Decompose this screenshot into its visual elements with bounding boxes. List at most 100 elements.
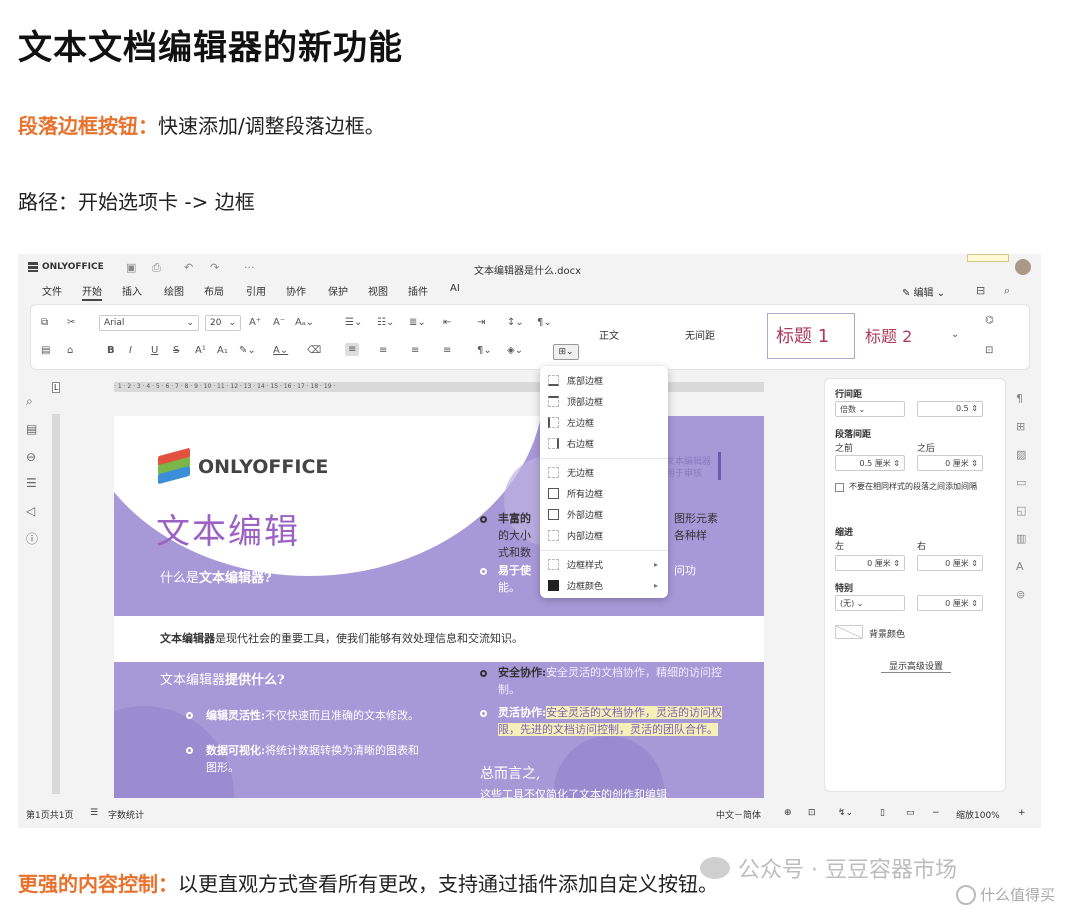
advanced-settings-link[interactable]: 显示高级设置 [881, 659, 951, 673]
justify-icon[interactable]: ≡ [443, 345, 451, 356]
multilevel-list-icon[interactable]: ≣⌄ [409, 317, 426, 328]
subscript-icon[interactable]: A₁ [217, 345, 228, 356]
tab-view[interactable]: 视图 [368, 283, 388, 298]
menu-item-no-border[interactable]: 无边框 [548, 466, 594, 479]
increase-indent-icon[interactable]: ⇥ [477, 317, 485, 328]
menu-item-border-style[interactable]: 边框样式 [548, 558, 603, 571]
strikethrough-icon[interactable]: S [173, 345, 179, 356]
font-color-icon[interactable]: A⌄ [273, 345, 288, 356]
special-indent-input[interactable]: 0 厘米 ⇕ [917, 595, 983, 611]
clear-format-icon[interactable]: ⌫ [307, 345, 321, 356]
spacing-before-input[interactable]: 0.5 厘米 ⇕ [835, 455, 905, 471]
textart-settings-icon[interactable]: A [1016, 560, 1024, 573]
edit-mode-button[interactable]: ✎ 编辑 ⌄ [902, 284, 945, 299]
chart-settings-icon[interactable]: ▥ [1016, 532, 1026, 545]
paragraph-settings-icon[interactable]: ¶ [1016, 392, 1023, 405]
line-spacing-value-input[interactable]: 0.5 ⇕ [917, 401, 983, 417]
tab-stop-icon[interactable]: L [52, 382, 61, 393]
info-icon[interactable]: ⓘ [26, 530, 38, 547]
track-changes-icon[interactable]: ↯⌄ [838, 808, 853, 818]
tab-home[interactable]: 开始 [82, 283, 102, 301]
shading-icon[interactable]: ◈⌄ [507, 345, 523, 356]
header-footer-icon[interactable]: ▭ [1016, 476, 1026, 489]
nonprinting-icon[interactable]: ¶⌄ [477, 345, 492, 356]
signature-settings-icon[interactable]: ⊜ [1016, 588, 1025, 601]
chat-icon[interactable]: ⊖ [26, 450, 36, 464]
underline-icon[interactable]: U [151, 345, 158, 356]
menu-item-outside-borders[interactable]: 外部边框 [548, 508, 603, 521]
italic-icon[interactable]: I [129, 345, 132, 356]
print-icon[interactable]: ⎙ [152, 261, 161, 275]
menu-item-top-border[interactable]: 顶部边框 [548, 395, 603, 408]
menu-item-inside-borders[interactable]: 内部边框 [548, 529, 603, 542]
copy-style-icon[interactable]: ⌬ [985, 315, 994, 326]
align-left-icon[interactable]: ≡ [345, 343, 360, 356]
font-size-select[interactable]: 20 ⌄ [205, 315, 241, 331]
numbering-icon[interactable]: ☷⌄ [377, 317, 394, 328]
tab-ai[interactable]: AI [450, 283, 460, 294]
styles-expand-icon[interactable]: ⌄ [951, 329, 959, 340]
line-spacing-icon[interactable]: ↕⌄ [507, 317, 524, 328]
align-center-icon[interactable]: ≡ [379, 345, 387, 356]
highlight-icon[interactable]: ✎⌄ [239, 345, 256, 356]
tab-file[interactable]: 文件 [42, 283, 62, 298]
table-settings-icon[interactable]: ⊞ [1016, 420, 1025, 433]
undo-icon[interactable]: ↶ [184, 261, 193, 274]
special-indent-select[interactable]: (无) ⌄ [835, 595, 905, 611]
tab-collaborate[interactable]: 协作 [286, 283, 306, 298]
bullets-icon[interactable]: ☰⌄ [345, 317, 362, 328]
style-no-spacing[interactable]: 无间距 [677, 313, 767, 359]
paragraph-borders-button[interactable]: ⊞⌄ [553, 344, 579, 360]
paste-icon[interactable]: ▤ [41, 345, 50, 356]
background-color-swatch[interactable] [835, 625, 863, 639]
font-name-select[interactable]: Arial ⌄ [99, 315, 199, 331]
align-right-icon[interactable]: ≡ [411, 345, 419, 356]
superscript-icon[interactable]: A¹ [195, 345, 206, 356]
doc-language-icon[interactable]: ⊡ [808, 808, 816, 818]
language-select[interactable]: 中文－简体 [716, 808, 761, 821]
no-space-checkbox[interactable] [835, 483, 844, 492]
menu-item-right-border[interactable]: 右边框 [548, 437, 594, 450]
spellcheck-icon[interactable]: ⊕ [784, 808, 792, 818]
indent-right-input[interactable]: 0 厘米 ⇕ [917, 555, 983, 571]
open-location-icon[interactable]: ⊟ [976, 284, 985, 297]
copy-icon[interactable]: ⧉ [41, 317, 48, 328]
shrink-font-icon[interactable]: A⁻ [273, 317, 285, 328]
change-case-icon[interactable]: Aₐ⌄ [295, 317, 314, 328]
navigation-icon[interactable]: ☰ [26, 476, 37, 490]
fit-width-icon[interactable]: ▭ [906, 808, 915, 818]
more-icon[interactable]: ··· [244, 261, 255, 274]
indent-left-input[interactable]: 0 厘米 ⇕ [835, 555, 905, 571]
search-icon[interactable]: ⌕ [1004, 284, 1010, 298]
style-heading-1[interactable]: 标题 1 [767, 313, 855, 359]
tab-protect[interactable]: 保护 [328, 283, 348, 298]
spacing-after-input[interactable]: 0 厘米 ⇕ [917, 455, 983, 471]
menu-item-all-borders[interactable]: 所有边框 [548, 487, 603, 500]
image-settings-icon[interactable]: ▨ [1016, 448, 1026, 461]
style-heading-2[interactable]: 标题 2 [857, 313, 943, 359]
zoom-level[interactable]: 缩放100% [956, 808, 1000, 821]
paragraph-icon[interactable]: ¶⌄ [537, 317, 552, 328]
word-count-button[interactable]: 字数统计 [108, 808, 144, 821]
bold-icon[interactable]: B [107, 345, 115, 356]
tab-plugins[interactable]: 插件 [408, 283, 428, 298]
search-icon[interactable]: ⌕ [26, 394, 33, 409]
tab-layout[interactable]: 布局 [204, 283, 224, 298]
select-style-icon[interactable]: ⊡ [985, 345, 993, 356]
page-indicator[interactable]: 第1页共1页 [26, 808, 73, 821]
decrease-indent-icon[interactable]: ⇤ [443, 317, 451, 328]
fit-page-icon[interactable]: ▯ [880, 808, 885, 818]
avatar[interactable] [1015, 259, 1031, 275]
menu-item-left-border[interactable]: 左边框 [548, 416, 594, 429]
format-painter-icon[interactable]: ⌂ [67, 345, 73, 356]
style-normal[interactable]: 正文 [591, 313, 677, 359]
zoom-out-icon[interactable]: − [932, 808, 940, 818]
feedback-icon[interactable]: ◁ [26, 504, 35, 518]
line-spacing-type-select[interactable]: 倍数 ⌄ [835, 401, 905, 417]
grow-font-icon[interactable]: A⁺ [249, 317, 261, 328]
cut-icon[interactable]: ✂ [67, 317, 75, 328]
vertical-ruler[interactable] [52, 414, 60, 794]
shape-settings-icon[interactable]: ◱ [1016, 504, 1026, 517]
menu-item-bottom-border[interactable]: 底部边框 [548, 374, 603, 387]
tab-references[interactable]: 引用 [246, 283, 266, 298]
